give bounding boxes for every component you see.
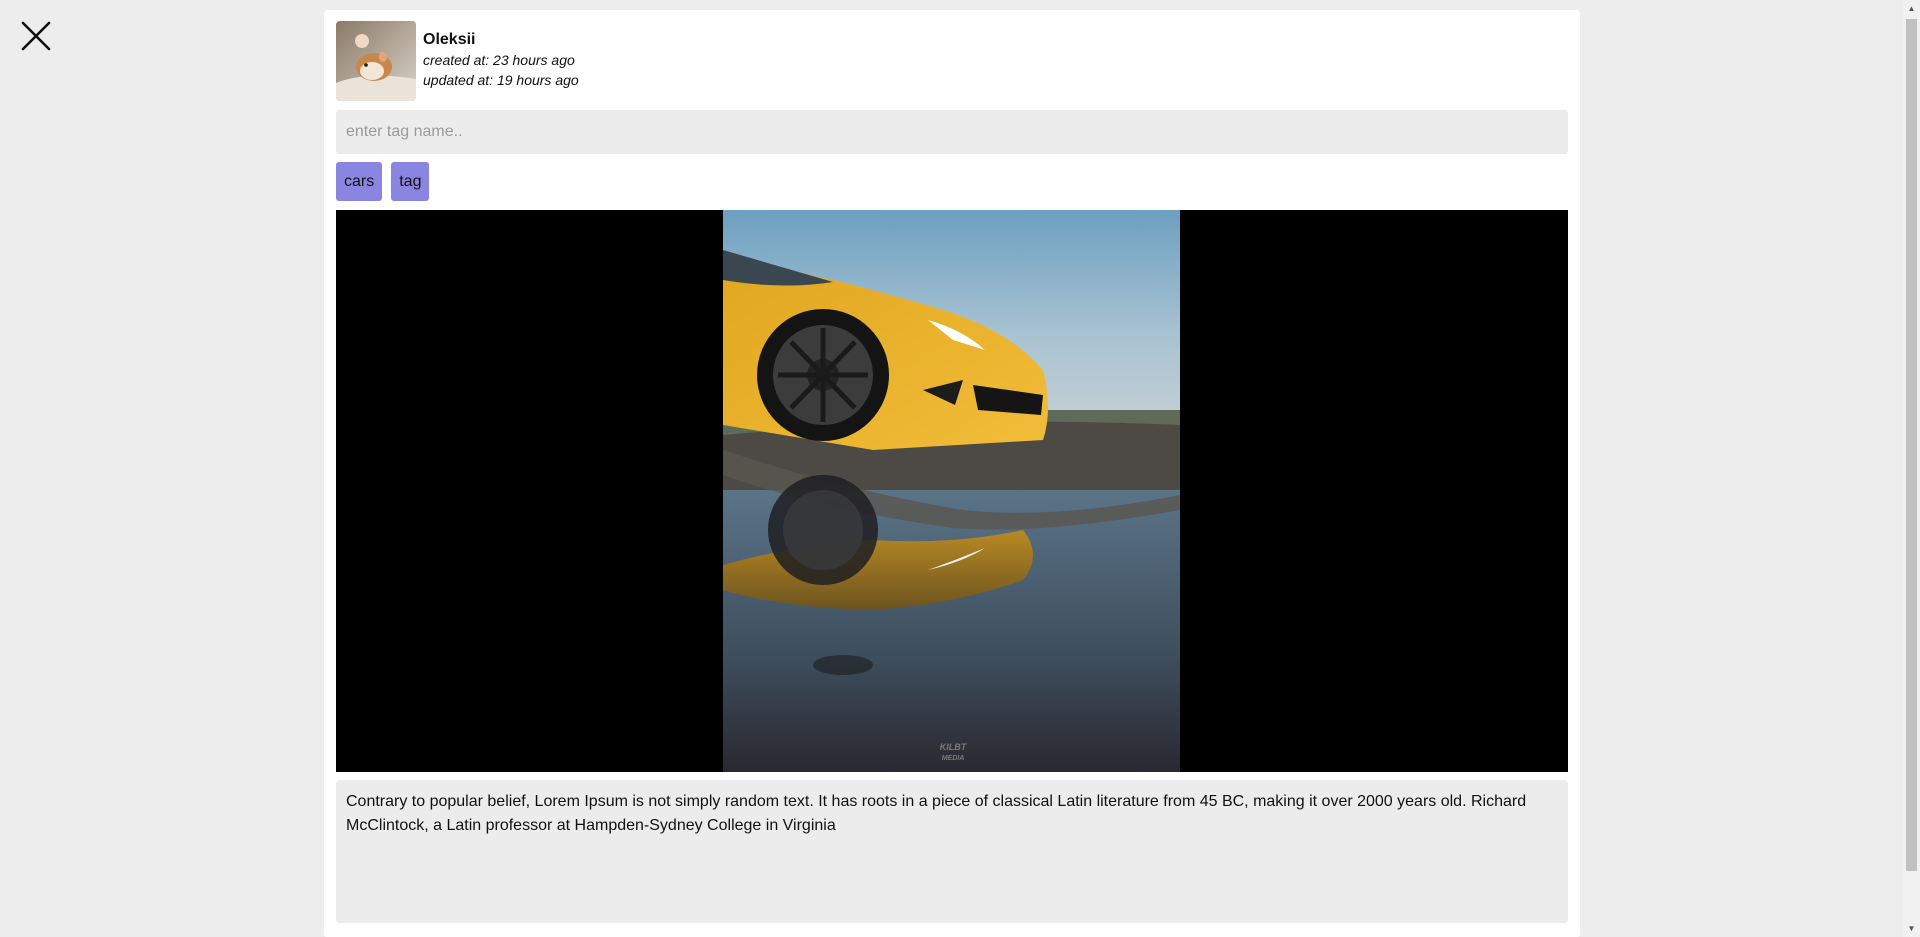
author-header: Oleksii created at: 23 hours ago updated… [336, 21, 1568, 101]
svg-text:MEDIA: MEDIA [942, 755, 965, 762]
tag-tag[interactable]: tag [391, 162, 430, 201]
close-icon [21, 21, 51, 51]
author-name: Oleksii [423, 31, 476, 48]
post-photo: KILBT MEDIA [723, 210, 1180, 772]
author-info: Oleksii created at: 23 hours ago updated… [423, 21, 579, 90]
car-photo-image: KILBT MEDIA [723, 210, 1180, 772]
post-description[interactable]: Contrary to popular belief, Lorem Ipsum … [336, 780, 1568, 923]
scroll-down-icon[interactable]: ▼ [1903, 920, 1920, 937]
created-at: created at: 23 hours ago [423, 52, 575, 68]
updated-at: updated at: 19 hours ago [423, 72, 579, 88]
scroll-thumb[interactable] [1906, 19, 1917, 871]
avatar-image [336, 21, 416, 101]
vertical-scrollbar[interactable]: ▲ ▼ [1903, 0, 1920, 937]
close-button[interactable] [20, 20, 52, 52]
watermark-text: KILBT [940, 742, 968, 752]
tag-name-input[interactable] [336, 110, 1568, 154]
tag-cars[interactable]: cars [336, 162, 383, 201]
post-modal: Oleksii created at: 23 hours ago updated… [324, 10, 1580, 937]
tag-list: cars tag [336, 162, 1568, 201]
avatar [336, 21, 416, 101]
scroll-up-icon[interactable]: ▲ [1903, 0, 1920, 17]
media-frame: KILBT MEDIA [336, 210, 1568, 772]
